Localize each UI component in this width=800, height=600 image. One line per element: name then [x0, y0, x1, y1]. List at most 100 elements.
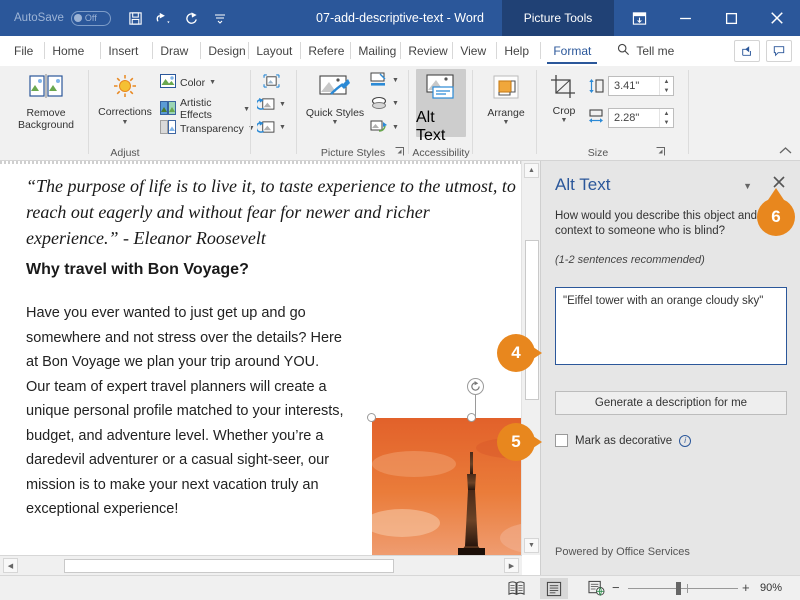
tab-view[interactable]: View [453, 36, 498, 66]
alt-text-textarea[interactable]: "Eiffel tower with an orange cloudy sky" [555, 287, 787, 365]
read-mode-icon[interactable] [508, 580, 525, 596]
generate-description-button[interactable]: Generate a description for me [555, 391, 787, 415]
chevron-down-icon[interactable]: ▼ [279, 101, 286, 108]
color-icon [160, 74, 176, 91]
close-icon[interactable] [754, 0, 800, 36]
picture-styles-dialog-launcher-icon[interactable] [395, 147, 404, 158]
chevron-down-icon[interactable]: ▼ [743, 181, 752, 191]
crop-button[interactable]: Crop ▼ [542, 70, 586, 124]
tab-design[interactable]: Design [201, 36, 250, 66]
mark-as-decorative-checkbox[interactable] [555, 434, 568, 447]
maximize-icon[interactable] [708, 0, 754, 36]
artistic-effects-button[interactable]: Artistic Effects ▼ [160, 97, 250, 121]
color-button[interactable]: Color ▼ [160, 74, 216, 91]
print-layout-icon[interactable] [540, 578, 568, 599]
group-label-adjust: Adjust [110, 147, 140, 159]
picture-layout-button[interactable]: ▼ [370, 120, 399, 134]
picture-effects-button[interactable]: ▼ [370, 96, 399, 110]
mark-as-decorative-row[interactable]: Mark as decorative i [555, 434, 692, 447]
scroll-down-arrow-icon[interactable]: ▼ [524, 538, 539, 553]
stepper-down-icon[interactable]: ▼ [664, 120, 670, 126]
transparency-button[interactable]: Transparency ▼ [160, 120, 255, 137]
compress-pictures-button[interactable] [263, 74, 280, 88]
autosave-toggle-group[interactable]: AutoSave Off [14, 10, 111, 26]
artistic-effects-icon [160, 100, 176, 118]
chevron-down-icon[interactable]: ▼ [503, 119, 510, 126]
resize-handle-top-left[interactable] [367, 413, 376, 422]
tab-mailings[interactable]: Mailing [351, 36, 402, 66]
ribbon-group-adjust: Remove Background Corrections ▼ Color ▼ [0, 66, 255, 161]
corrections-button[interactable]: Corrections ▼ [94, 70, 156, 126]
group-divider [688, 70, 689, 154]
stepper-up-icon[interactable]: ▲ [664, 111, 670, 117]
chevron-down-icon[interactable]: ▼ [392, 77, 399, 84]
shape-width-stepper[interactable]: ▲ ▼ [659, 109, 673, 127]
scroll-right-arrow-icon[interactable]: ▶ [504, 558, 519, 573]
callout-tip [530, 434, 542, 450]
share-icon[interactable] [734, 39, 760, 62]
remove-background-button[interactable]: Remove Background [10, 70, 82, 131]
reset-picture-button[interactable]: ▼ [257, 120, 286, 134]
document-horizontal-scrollbar[interactable]: ◀ ▶ [0, 555, 522, 575]
shape-height-input[interactable]: 3.41" ▲ ▼ [608, 76, 674, 96]
mark-as-decorative-label: Mark as decorative [575, 434, 673, 447]
ribbon-display-options-icon[interactable] [616, 0, 662, 36]
resize-handle-top-center[interactable] [467, 413, 476, 422]
tab-right-buttons [734, 39, 792, 62]
contextual-tab-picture-tools[interactable]: Picture Tools [502, 0, 614, 36]
save-icon[interactable] [123, 5, 149, 31]
tab-format[interactable]: Format [541, 36, 603, 66]
document-canvas[interactable]: “The purpose of life is to live it, to t… [0, 161, 540, 555]
shape-height-stepper[interactable]: ▲ ▼ [659, 77, 673, 95]
tell-me-box[interactable]: Tell me [617, 43, 674, 59]
tab-draw[interactable]: Draw [153, 36, 202, 66]
comments-icon[interactable] [766, 39, 792, 62]
chevron-down-icon[interactable]: ▼ [279, 124, 286, 131]
size-dialog-launcher-icon[interactable] [656, 147, 665, 158]
chevron-down-icon[interactable]: ▼ [332, 119, 339, 126]
chevron-down-icon[interactable]: ▼ [561, 117, 568, 124]
scroll-up-arrow-icon[interactable]: ▲ [524, 163, 539, 178]
scroll-left-arrow-icon[interactable]: ◀ [3, 558, 18, 573]
stepper-down-icon[interactable]: ▼ [664, 88, 670, 94]
tab-insert[interactable]: Insert [101, 36, 154, 66]
stepper-up-icon[interactable]: ▲ [664, 79, 670, 85]
shape-width-input[interactable]: 2.28" ▲ ▼ [608, 108, 674, 128]
arrange-button[interactable]: Arrange ▼ [480, 70, 532, 126]
customize-qat-icon[interactable] [207, 5, 233, 31]
autosave-switch[interactable]: Off [70, 10, 111, 26]
alt-text-button[interactable]: Alt Text [416, 69, 466, 144]
callout-tip [768, 188, 784, 200]
tab-home[interactable]: Home [45, 36, 102, 66]
crop-icon [550, 74, 578, 105]
minimize-icon[interactable] [662, 0, 708, 36]
zoom-level-label[interactable]: 90% [760, 582, 782, 594]
zoom-slider-thumb[interactable] [676, 582, 681, 595]
tab-references[interactable]: Refere [301, 36, 352, 66]
zoom-in-button[interactable]: + [742, 580, 750, 595]
picture-border-button[interactable]: ▼ [370, 72, 399, 88]
zoom-out-button[interactable]: − [612, 580, 620, 595]
chevron-down-icon[interactable]: ▼ [209, 79, 216, 86]
redo-icon[interactable] [179, 5, 205, 31]
horizontal-scroll-thumb[interactable] [64, 559, 394, 573]
tab-review[interactable]: Review [401, 36, 454, 66]
chevron-down-icon[interactable]: ▼ [392, 124, 399, 131]
change-picture-button[interactable]: ▼ [257, 97, 286, 111]
quick-access-toolbar [123, 5, 233, 31]
tab-file[interactable]: File [0, 36, 46, 66]
chevron-down-icon[interactable]: ▼ [243, 106, 250, 113]
quick-styles-button[interactable]: Quick Styles ▼ [304, 70, 366, 126]
collapse-ribbon-icon[interactable] [779, 146, 792, 158]
tab-layout[interactable]: Layout [249, 36, 302, 66]
zoom-slider-track[interactable] [628, 588, 738, 589]
web-layout-icon[interactable] [588, 580, 605, 596]
undo-icon[interactable] [151, 5, 177, 31]
info-icon[interactable]: i [679, 434, 692, 447]
vertical-scroll-thumb[interactable] [525, 240, 539, 400]
chevron-down-icon[interactable]: ▼ [122, 119, 129, 126]
chevron-down-icon[interactable]: ▼ [392, 100, 399, 107]
shape-height-value: 3.41" [614, 80, 640, 92]
rotate-handle[interactable] [467, 378, 484, 395]
tab-help[interactable]: Help [497, 36, 542, 66]
